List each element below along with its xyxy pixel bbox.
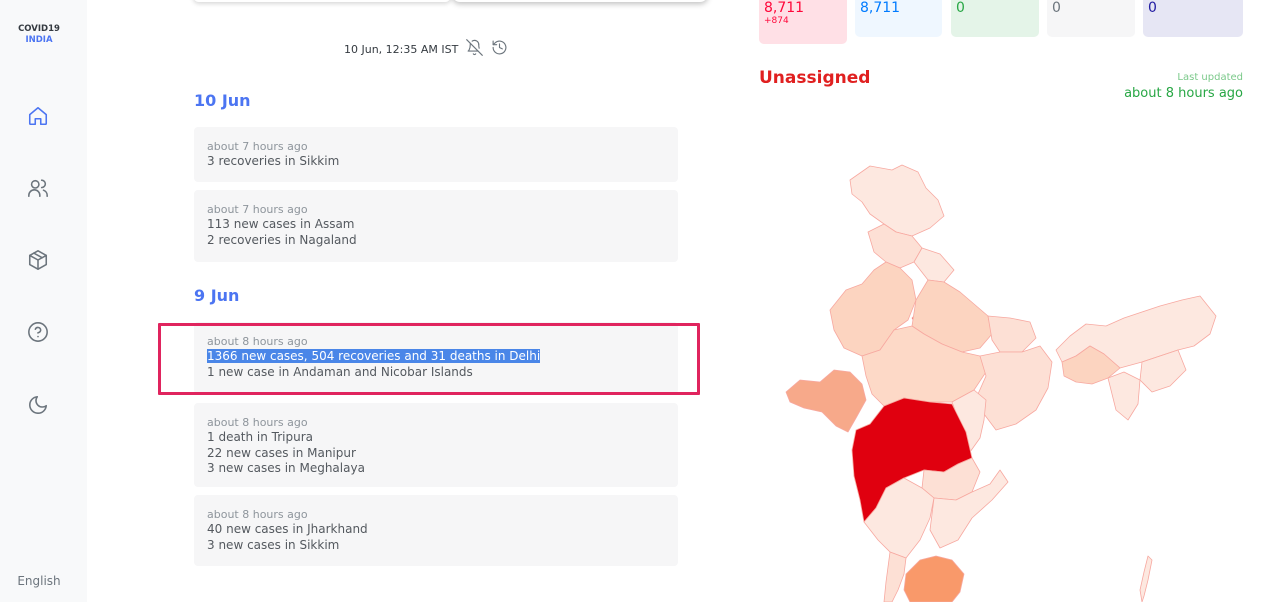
moon-icon[interactable] <box>25 392 51 418</box>
update-card[interactable]: about 7 hours ago 113 new cases in Assam… <box>194 190 678 262</box>
update-time: about 7 hours ago <box>207 203 308 216</box>
update-card-selected[interactable]: about 8 hours ago 1366 new cases, 504 re… <box>194 322 678 394</box>
update-date-heading: 9 Jun <box>194 286 240 305</box>
india-map[interactable] <box>760 150 1240 602</box>
stat-deceased-value: 0 <box>1052 0 1061 16</box>
update-time: about 8 hours ago <box>207 335 308 348</box>
sidebar: COVID19 INDIA English <box>0 0 87 602</box>
update-line: 1 death in Tripura <box>207 430 314 444</box>
stat-confirmed-value: 8,711 <box>764 0 805 16</box>
map-state <box>1107 371 1141 421</box>
stat-active[interactable]: 8,711 <box>855 0 942 37</box>
language-switcher[interactable]: English <box>0 574 78 588</box>
last-refresh-timestamp: 10 Jun, 12:35 AM IST <box>344 42 459 56</box>
update-time: about 8 hours ago <box>207 508 308 521</box>
update-card[interactable]: about 7 hours ago 3 recoveries in Sikkim <box>194 127 678 182</box>
map-state <box>913 247 955 283</box>
update-card[interactable]: about 8 hours ago 40 new cases in Jharkh… <box>194 495 678 566</box>
update-card[interactable]: about 8 hours ago 1 death in Tripura 22 … <box>194 403 678 487</box>
stat-deceased[interactable]: 0 <box>1047 0 1135 37</box>
box-icon[interactable] <box>25 247 51 273</box>
update-time: about 7 hours ago <box>207 140 308 153</box>
stat-confirmed-delta: +874 <box>764 16 789 26</box>
app-logo[interactable]: COVID19 INDIA <box>0 24 78 46</box>
search-bar[interactable] <box>193 0 451 2</box>
update-line: 3 recoveries in Sikkim <box>207 154 340 168</box>
stat-active-value: 8,711 <box>860 0 901 16</box>
update-date-heading: 10 Jun <box>194 91 251 110</box>
logo-line-india: INDIA <box>25 35 53 45</box>
map-state <box>883 551 907 602</box>
update-line: 3 new cases in Sikkim <box>207 537 340 552</box>
stat-confirmed[interactable]: 8,711 +874 <box>759 0 847 44</box>
update-time: about 8 hours ago <box>207 416 308 429</box>
last-refresh-row: 10 Jun, 12:35 AM IST <box>344 39 508 59</box>
history-icon[interactable] <box>491 39 508 59</box>
selected-text: 1366 new cases, 504 recoveries and 31 de… <box>207 349 541 363</box>
map-state <box>977 345 1053 431</box>
update-line: 1 new case in Andaman and Nicobar Island… <box>207 364 473 379</box>
help-icon[interactable] <box>25 319 51 345</box>
map-state <box>785 369 867 433</box>
bell-off-icon[interactable] <box>466 39 484 59</box>
update-line: 3 new cases in Meghalaya <box>207 461 365 475</box>
stat-recovered[interactable]: 0 <box>951 0 1039 37</box>
map-state <box>987 315 1037 353</box>
update-line-selected: 1366 new cases, 504 recoveries and 31 de… <box>207 349 665 365</box>
update-line: 113 new cases in Assam <box>207 217 355 231</box>
last-updated-value: about 8 hours ago <box>1124 86 1243 101</box>
home-icon[interactable] <box>25 103 51 129</box>
update-line: 40 new cases in Jharkhand <box>207 522 368 536</box>
users-icon[interactable] <box>25 175 51 201</box>
last-updated-label: Last updated <box>1177 72 1243 83</box>
update-line: 22 new cases in Manipur <box>207 445 356 460</box>
search-dropdown[interactable] <box>452 0 708 2</box>
map-region-title: Unassigned <box>759 68 871 88</box>
stat-tested-value: 0 <box>1148 0 1157 16</box>
stat-recovered-value: 0 <box>956 0 965 16</box>
logo-line-covid: COVID19 <box>18 24 60 34</box>
stat-tested[interactable]: 0 <box>1143 0 1243 37</box>
map-state <box>903 555 965 602</box>
map-state <box>849 164 945 237</box>
update-line: 2 recoveries in Nagaland <box>207 232 357 247</box>
map-state <box>1139 555 1153 602</box>
